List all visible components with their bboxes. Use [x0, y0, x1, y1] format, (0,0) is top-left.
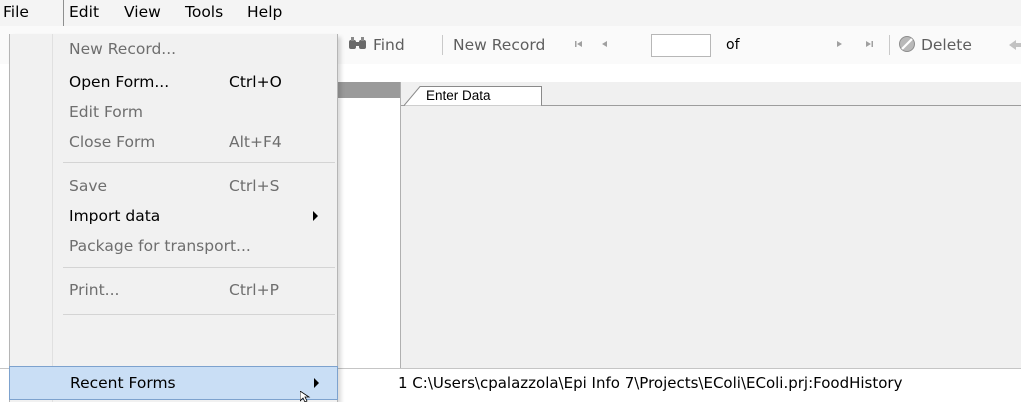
- menu-item-label: Edit Form: [69, 103, 143, 121]
- recent-form-item[interactable]: 1 C:\Users\cpalazzola\Epi Info 7\Project…: [398, 374, 902, 392]
- menu-item-label: Close Form: [69, 133, 156, 151]
- menu-separator: [63, 162, 335, 163]
- new-record-button[interactable]: New Record: [453, 26, 545, 64]
- submenu-arrow-icon: [314, 378, 319, 388]
- menu-item-label: Open Form...: [69, 73, 170, 91]
- menu-separator: [63, 314, 335, 315]
- menu-item-print[interactable]: Print... Ctrl+P: [10, 275, 337, 305]
- form-canvas[interactable]: [401, 82, 1021, 369]
- undelete-icon[interactable]: [1008, 26, 1021, 64]
- menu-bar: File Edit View Tools Help: [0, 0, 1021, 32]
- delete-button[interactable]: Delete: [898, 26, 972, 64]
- of-label: of: [726, 37, 740, 53]
- mouse-cursor-icon: [300, 391, 311, 402]
- previous-record-icon[interactable]: [600, 26, 610, 64]
- menu-tools[interactable]: Tools: [185, 0, 223, 26]
- menu-item-label: Save: [69, 177, 108, 195]
- file-menu: New Record... Open Form... Ctrl+O Edit F…: [9, 34, 338, 402]
- toolbar-separator: [889, 35, 890, 55]
- submenu-arrow-icon: [313, 211, 318, 221]
- menu-item-import-data[interactable]: Import data: [10, 201, 337, 231]
- menu-item-save[interactable]: Save Ctrl+S: [10, 171, 337, 201]
- binoculars-icon: [349, 37, 366, 49]
- next-record-icon[interactable]: [834, 26, 844, 64]
- menu-item-new-record[interactable]: New Record...: [10, 34, 337, 64]
- menu-item-close-form[interactable]: Close Form Alt+F4: [10, 127, 337, 157]
- first-record-icon[interactable]: [574, 26, 584, 64]
- menu-edit[interactable]: Edit: [69, 0, 99, 26]
- delete-label: Delete: [920, 36, 972, 54]
- toolbar-separator: [442, 35, 443, 55]
- menu-item-shortcut: Ctrl+P: [229, 281, 279, 299]
- tab-enter-data[interactable]: Enter Data: [404, 86, 542, 106]
- find-label: Find: [372, 36, 405, 54]
- menu-item-shortcut: Alt+F4: [229, 133, 282, 151]
- no-entry-icon: [899, 36, 915, 52]
- menu-item-label: New Record...: [69, 40, 177, 58]
- menu-item-label: Print...: [69, 281, 120, 299]
- menu-item-label: Recent Forms: [70, 374, 176, 392]
- menu-item-recent-forms[interactable]: Recent Forms: [9, 366, 338, 400]
- menu-separator: [63, 267, 335, 268]
- menu-item-open-form[interactable]: Open Form... Ctrl+O: [10, 67, 337, 97]
- menu-file[interactable]: File: [3, 0, 29, 26]
- menu-item-edit-form[interactable]: Edit Form: [10, 97, 337, 127]
- last-record-icon[interactable]: [864, 26, 874, 64]
- left-panel-header: [337, 82, 401, 98]
- menu-view[interactable]: View: [124, 0, 161, 26]
- find-button[interactable]: Find: [348, 26, 405, 64]
- record-number-input[interactable]: [651, 34, 711, 57]
- tab-label: Enter Data: [426, 88, 491, 103]
- menu-item-label: Package for transport...: [69, 237, 251, 255]
- menu-item-label: Import data: [69, 207, 161, 225]
- menu-item-shortcut: Ctrl+O: [229, 73, 282, 91]
- menu-help[interactable]: Help: [247, 0, 282, 26]
- menu-item-shortcut: Ctrl+S: [229, 177, 280, 195]
- menu-item-package-for-transport[interactable]: Package for transport...: [10, 231, 337, 261]
